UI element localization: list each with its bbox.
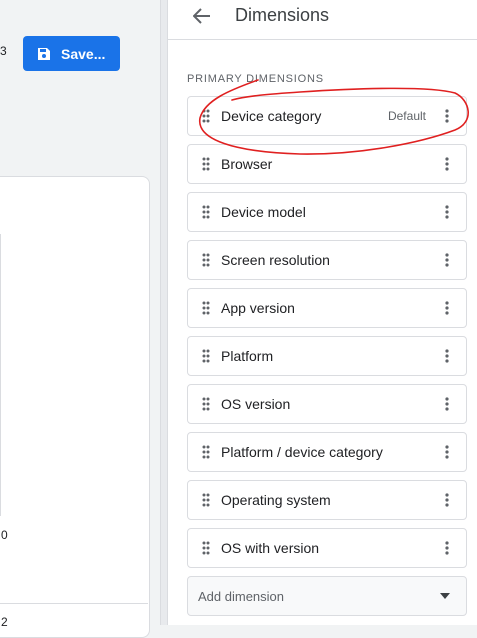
default-badge: Default: [387, 109, 426, 123]
arrow-back-icon: [193, 8, 210, 24]
add-dimension-placeholder: Add dimension: [198, 588, 284, 604]
more-vert-icon[interactable]: [438, 394, 456, 414]
drag-handle-icon[interactable]: [201, 253, 211, 267]
chart-axis-label: 0: [1, 528, 8, 542]
dimensions-panel: Dimensions PRIMARY DIMENSIONS Device cat…: [168, 0, 477, 625]
add-dimension-dropdown[interactable]: Add dimension: [187, 576, 467, 616]
dimension-label: Screen resolution: [221, 252, 330, 268]
panel-header: Dimensions: [168, 0, 477, 40]
dimension-label: Platform: [221, 348, 274, 364]
dimension-label: Device model: [221, 204, 306, 220]
chart-axis-line: [0, 234, 1, 516]
save-button-label: Save...: [61, 45, 106, 62]
section-label: PRIMARY DIMENSIONS: [187, 73, 324, 85]
dimension-item-screen-resolution[interactable]: Screen resolution: [187, 240, 467, 280]
back-button[interactable]: [188, 4, 216, 28]
more-vert-icon[interactable]: [438, 106, 456, 126]
drag-handle-icon[interactable]: [201, 397, 211, 411]
more-vert-icon[interactable]: [438, 346, 456, 366]
dimension-label: Device category: [221, 108, 322, 124]
panel-title: Dimensions: [235, 5, 330, 25]
dimension-item-os-version[interactable]: OS version: [187, 384, 467, 424]
dimension-label: App version: [221, 300, 295, 316]
panel-resize-divider[interactable]: [160, 0, 168, 625]
dimension-label: OS version: [221, 396, 291, 412]
more-vert-icon[interactable]: [438, 538, 456, 558]
more-vert-icon[interactable]: [438, 490, 456, 510]
dimension-item-device-category[interactable]: Device category Default: [187, 96, 467, 136]
chart-baseline: [0, 603, 148, 604]
drag-handle-icon[interactable]: [201, 541, 211, 555]
more-vert-icon[interactable]: [438, 250, 456, 270]
dimension-label: Browser: [221, 156, 273, 172]
caret-down-icon: [440, 593, 450, 599]
chart-axis-label-bottom: 2: [1, 615, 8, 629]
dimension-item-app-version[interactable]: App version: [187, 288, 467, 328]
chart-card: [0, 176, 150, 638]
dimension-item-operating-system[interactable]: Operating system: [187, 480, 467, 520]
more-vert-icon[interactable]: [438, 298, 456, 318]
more-vert-icon[interactable]: [438, 154, 456, 174]
dimension-item-os-with-version[interactable]: OS with version: [187, 528, 467, 568]
dimension-item-platform[interactable]: Platform: [187, 336, 467, 376]
drag-handle-icon[interactable]: [201, 301, 211, 315]
dimension-item-platform-device-category[interactable]: Platform / device category: [187, 432, 467, 472]
save-icon: [37, 47, 51, 61]
drag-handle-icon[interactable]: [201, 349, 211, 363]
dimension-label: OS with version: [221, 540, 320, 556]
toolbar-fragment-text: 3: [0, 44, 7, 58]
dimension-item-device-model[interactable]: Device model: [187, 192, 467, 232]
dimension-item-browser[interactable]: Browser: [187, 144, 467, 184]
drag-handle-icon[interactable]: [201, 157, 211, 171]
drag-handle-icon[interactable]: [201, 445, 211, 459]
drag-handle-icon[interactable]: [201, 109, 211, 123]
dimension-label: Operating system: [221, 492, 331, 508]
more-vert-icon[interactable]: [438, 202, 456, 222]
dimension-list: Device category Default Browser Device m…: [187, 96, 467, 576]
drag-handle-icon[interactable]: [201, 205, 211, 219]
drag-handle-icon[interactable]: [201, 493, 211, 507]
save-button[interactable]: Save...: [23, 36, 120, 71]
more-vert-icon[interactable]: [438, 442, 456, 462]
dimension-label: Platform / device category: [221, 444, 383, 460]
